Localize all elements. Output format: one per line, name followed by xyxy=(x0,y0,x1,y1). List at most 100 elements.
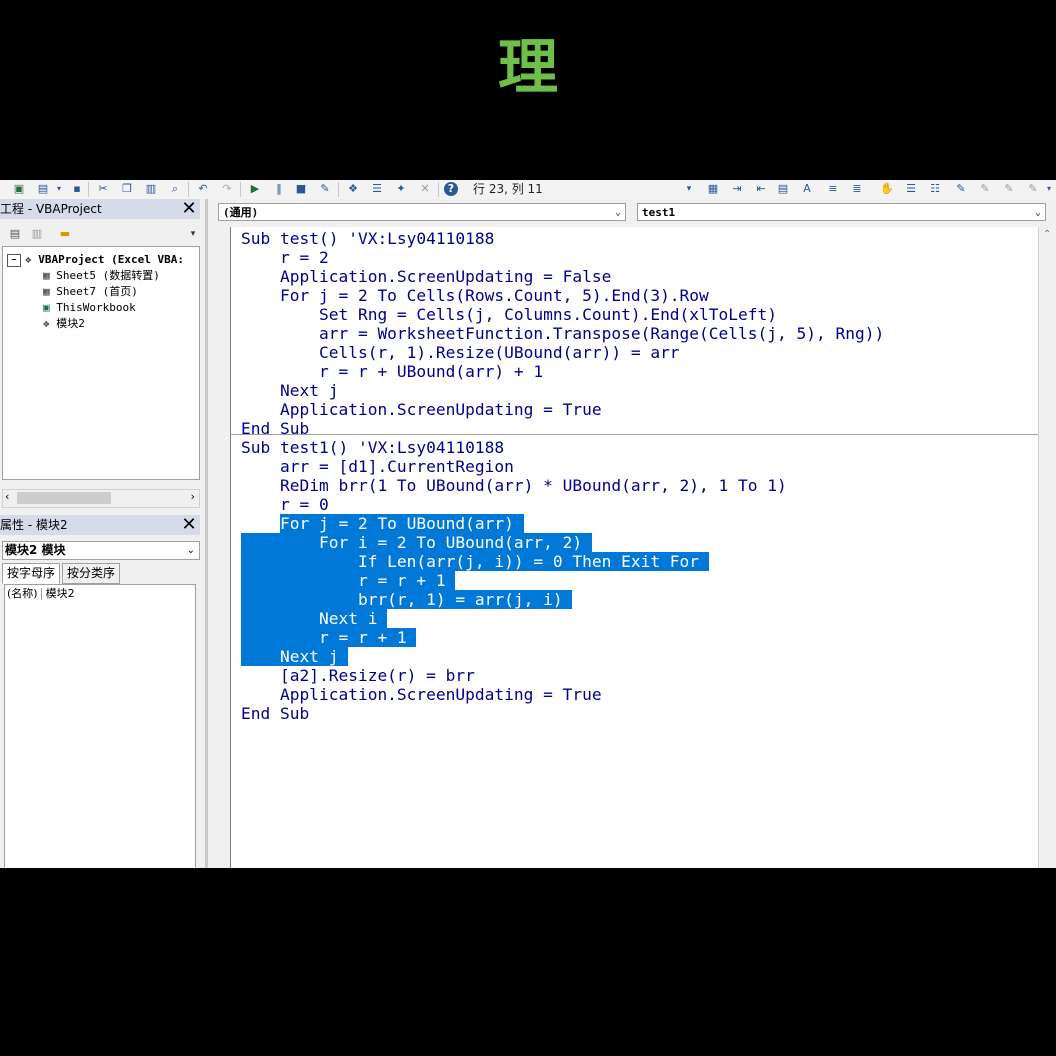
code-line[interactable]: Sub test1() 'VX:Lsy04110188 xyxy=(241,438,504,457)
procedure-separator xyxy=(231,434,1038,435)
scrollbar-thumb[interactable] xyxy=(17,492,111,504)
object-combo[interactable]: (通用) ⌄ xyxy=(218,203,626,221)
paste-icon[interactable]: ▥ xyxy=(144,182,158,196)
edit-toolbar-icon[interactable]: ▦ xyxy=(706,182,720,196)
scroll-right-icon[interactable]: › xyxy=(191,490,195,503)
object-select[interactable]: 模块2 模块 ⌄ xyxy=(2,541,200,560)
run-icon[interactable]: ▶ xyxy=(248,182,262,196)
clear-bookmarks-icon[interactable]: ✎ xyxy=(1026,182,1040,196)
save-icon[interactable]: ▪ xyxy=(70,182,84,196)
code-line[interactable]: ReDim brr(1 To UBound(arr) * UBound(arr,… xyxy=(241,476,787,495)
code-line[interactable]: Set Rng = Cells(j, Columns.Count).End(xl… xyxy=(241,305,777,324)
code-line[interactable]: r = r + 1 xyxy=(241,571,456,590)
tree-item-sheet5[interactable]: ▦ Sheet5 (数据转置) xyxy=(43,269,160,283)
code-line[interactable]: If Len(arr(j, i)) = 0 Then Exit For xyxy=(241,552,709,571)
property-row-name[interactable]: (名称) 模块2 xyxy=(7,587,75,601)
code-line[interactable]: Next j xyxy=(241,647,349,666)
tree-item-vbaproject[interactable]: − ❖ VBAProject (Excel VBA: xyxy=(7,253,184,267)
list-members-icon[interactable]: ▤ xyxy=(776,182,790,196)
bookmark-icon[interactable]: ✎ xyxy=(954,182,968,196)
code-line[interactable]: arr = [d1].CurrentRegion xyxy=(241,457,514,476)
vbaproject-icon: ❖ xyxy=(25,253,32,266)
comment-icon[interactable]: ☰ xyxy=(904,182,918,196)
close-icon[interactable]: ✕ xyxy=(180,200,198,218)
reset-icon[interactable]: ■ xyxy=(294,182,308,196)
chevron-down-icon[interactable]: ⌄ xyxy=(1035,204,1041,222)
code-line[interactable]: r = r + UBound(arr) + 1 xyxy=(241,362,543,381)
toolbar-overflow-icon[interactable]: ▾ xyxy=(1042,182,1056,196)
code-line[interactable]: r = r + 1 xyxy=(241,628,417,647)
code-line[interactable]: arr = WorksheetFunction.Transpose(Range(… xyxy=(241,324,884,343)
module-icon: ❖ xyxy=(43,317,50,330)
view-code-icon[interactable]: ▤ xyxy=(8,227,22,241)
project-panel-title-text: 工程 - VBAProject xyxy=(0,202,102,216)
redo-icon[interactable]: ↷ xyxy=(220,182,234,196)
insert-userform-icon[interactable]: ▤ xyxy=(36,182,50,196)
collapse-icon[interactable]: − xyxy=(7,253,21,267)
comment-block-icon[interactable]: ≡ xyxy=(826,182,840,196)
code-line[interactable]: For i = 2 To UBound(arr, 2) xyxy=(241,533,592,552)
code-line[interactable]: r = 2 xyxy=(241,248,329,267)
code-line[interactable]: End Sub xyxy=(241,704,309,723)
toolbar-separator xyxy=(188,182,189,197)
copy-icon[interactable]: ❐ xyxy=(120,182,134,196)
toolbar-overflow-icon[interactable]: ▾ xyxy=(682,182,696,196)
complete-word-icon[interactable]: A xyxy=(800,182,814,196)
code-editor[interactable]: Sub test() 'VX:Lsy04110188 r = 2 Applica… xyxy=(231,227,1038,868)
undo-icon[interactable]: ↶ xyxy=(196,182,210,196)
code-line[interactable]: Next i xyxy=(241,609,388,628)
code-line[interactable]: [a2].Resize(r) = brr xyxy=(241,666,475,685)
toggle-breakpoint-icon[interactable]: ✋ xyxy=(880,182,894,196)
code-line[interactable]: For j = 2 To Cells(Rows.Count, 5).End(3)… xyxy=(241,286,709,305)
code-line[interactable]: For j = 2 To UBound(arr) xyxy=(241,514,524,533)
code-line[interactable]: Cells(r, 1).Resize(UBound(arr)) = arr xyxy=(241,343,680,362)
next-bookmark-icon[interactable]: ✎ xyxy=(978,182,992,196)
chevron-down-icon[interactable]: ⌄ xyxy=(187,542,195,559)
chevron-down-icon[interactable]: ⌄ xyxy=(615,204,621,222)
property-value[interactable]: 模块2 xyxy=(46,587,75,600)
indent-icon[interactable]: ⇥ xyxy=(730,182,744,196)
excel-icon[interactable]: ▣ xyxy=(12,182,26,196)
view-object-icon[interactable]: ▥ xyxy=(30,227,44,241)
design-mode-icon[interactable]: ✎ xyxy=(318,182,332,196)
tree-item-thisworkbook[interactable]: ▣ ThisWorkbook xyxy=(43,301,136,315)
outdent-icon[interactable]: ⇤ xyxy=(754,182,768,196)
tree-item-sheet7[interactable]: ▦ Sheet7 (首页) xyxy=(43,285,138,299)
properties-icon[interactable]: ☰ xyxy=(370,182,384,196)
scroll-up-icon[interactable]: ⌃ xyxy=(1043,229,1051,240)
uncomment-icon[interactable]: ☷ xyxy=(928,182,942,196)
procedure-combo[interactable]: test1 ⌄ xyxy=(637,203,1046,221)
uncomment-block-icon[interactable]: ≣ xyxy=(850,182,864,196)
project-hscrollbar[interactable]: ‹ › xyxy=(2,489,200,508)
toolbox-icon[interactable]: ✕ xyxy=(418,182,432,196)
code-line[interactable]: Sub test() 'VX:Lsy04110188 xyxy=(241,229,494,248)
scroll-left-icon[interactable]: ‹ xyxy=(5,490,9,503)
help-icon[interactable]: ? xyxy=(444,182,458,196)
selected-code: Next i xyxy=(241,609,388,628)
code-line[interactable]: brr(r, 1) = arr(j, i) xyxy=(241,590,573,609)
code-line[interactable]: Application.ScreenUpdating = True xyxy=(241,685,602,704)
close-icon[interactable]: ✕ xyxy=(180,516,198,534)
dropdown-arrow-icon[interactable]: ▾ xyxy=(52,182,66,196)
code-line[interactable]: r = 0 xyxy=(241,495,329,514)
tree-item-module2[interactable]: ❖ 模块2 xyxy=(43,317,85,331)
code-line[interactable]: Next j xyxy=(241,381,339,400)
break-icon[interactable]: ‖ xyxy=(272,182,286,196)
code-line[interactable]: Application.ScreenUpdating = False xyxy=(241,267,611,286)
scroll-down-icon[interactable]: ▾ xyxy=(186,227,200,241)
indicator-margin[interactable] xyxy=(210,227,231,868)
tab-alphabetic[interactable]: 按字母序 xyxy=(2,563,61,584)
project-explorer-icon[interactable]: ❖ xyxy=(346,182,360,196)
code-line[interactable]: End Sub xyxy=(241,419,309,438)
tab-categorized[interactable]: 按分类序 xyxy=(62,563,121,584)
find-icon[interactable]: ⌕ xyxy=(168,182,182,196)
worksheet-icon: ▦ xyxy=(43,285,50,298)
code-line[interactable]: Application.ScreenUpdating = True xyxy=(241,400,602,419)
toggle-folders-icon[interactable]: ▬ xyxy=(58,227,72,241)
previous-bookmark-icon[interactable]: ✎ xyxy=(1002,182,1016,196)
object-browser-icon[interactable]: ✦ xyxy=(394,182,408,196)
standard-toolbar: ▣ ▤ ▾ ▪ ✂ ❐ ▥ ⌕ ↶ ↷ ▶ ‖ ■ ✎ ❖ ☰ ✦ ✕ ? 行 … xyxy=(0,180,1056,200)
code-vscrollbar[interactable]: ⌃ xyxy=(1038,227,1056,868)
tree-item-label: Sheet7 (首页) xyxy=(56,285,138,298)
cut-icon[interactable]: ✂ xyxy=(96,182,110,196)
